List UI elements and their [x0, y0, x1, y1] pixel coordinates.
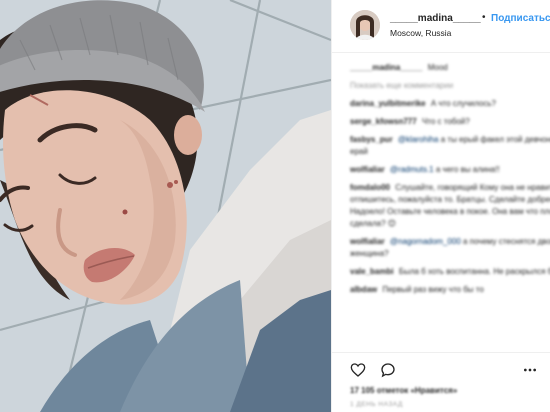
comment-author[interactable]: fomdalo00: [350, 183, 390, 192]
more-options-icon[interactable]: [522, 362, 538, 378]
post-sidebar: _____madina_____ • Подписаться Moscow, R…: [331, 0, 550, 412]
list-item: fasbys_pur @klarohiha а ты ерый факел эт…: [350, 134, 550, 158]
comment-text: Первый раз вижу что бы то: [382, 285, 484, 294]
comment-text: Что с тобой?: [421, 117, 470, 126]
comment-text: Mood: [427, 63, 448, 72]
location-link[interactable]: Moscow, Russia: [390, 28, 451, 38]
post-header: _____madina_____ • Подписаться Moscow, R…: [332, 0, 550, 53]
comment-author[interactable]: albdaw: [350, 285, 377, 294]
comment-text: А что случилось?: [430, 99, 496, 108]
comment-author[interactable]: _____madina_____: [350, 63, 423, 72]
comment-author[interactable]: serge_kfowsn777: [350, 117, 417, 126]
comment-list: _____madina_____ Mood Показать еще комме…: [350, 62, 550, 302]
post-photo: [0, 0, 331, 412]
username-link[interactable]: _____madina_____: [390, 13, 481, 24]
comment-author[interactable]: wolfialiar: [350, 165, 385, 174]
post-actions: 17 105 отметок «Нравится» 1 ДЕНЬ НАЗАД: [332, 352, 550, 412]
comment-author[interactable]: darina_yulbitmerike: [350, 99, 426, 108]
list-item: albdaw Первый раз вижу что бы то: [350, 284, 550, 296]
list-item: _____madina_____ Mood: [350, 62, 550, 74]
comment-text: Была б хоть воспитанна. Не раскрылся бы.: [398, 267, 550, 276]
load-more-comments[interactable]: Показать еще комментарии: [350, 80, 550, 92]
list-item: darina_yulbitmerike А что случилось?: [350, 98, 550, 110]
list-item: wolfialiar @nagornadom_000 а почему стес…: [350, 236, 550, 260]
likes-count[interactable]: 17 105 отметок «Нравится»: [350, 386, 457, 395]
avatar-image: [350, 10, 380, 40]
comment-text: а чего вы алина!!: [435, 165, 500, 174]
list-item: fomdalo00 Слушайте, говорящий Кому она н…: [350, 182, 550, 230]
post-date: 1 ДЕНЬ НАЗАД: [350, 401, 403, 408]
comment-mention[interactable]: @klarohiha: [398, 135, 439, 144]
comment-author[interactable]: fasbys_pur: [350, 135, 393, 144]
separator-dot: •: [482, 12, 486, 23]
heart-icon[interactable]: [350, 362, 366, 378]
follow-button[interactable]: Подписаться: [491, 13, 550, 24]
list-item: serge_kfowsn777 Что с тобой?: [350, 116, 550, 128]
avatar[interactable]: [350, 10, 380, 40]
comment-author[interactable]: vale_bambi: [350, 267, 394, 276]
list-item: wolfialiar @radmuts.1 а чего вы алина!!: [350, 164, 550, 176]
load-more-label[interactable]: Показать еще комментарии: [350, 81, 453, 90]
comment-author[interactable]: wolfialiar: [350, 237, 385, 246]
comment-mention[interactable]: @radmuts.1: [390, 165, 434, 174]
list-item: vale_bambi Была б хоть воспитанна. Не ра…: [350, 266, 550, 278]
comment-mention[interactable]: @nagornadom_000: [390, 237, 461, 246]
comment-icon[interactable]: [380, 362, 396, 378]
photo-illustration: [0, 0, 331, 412]
